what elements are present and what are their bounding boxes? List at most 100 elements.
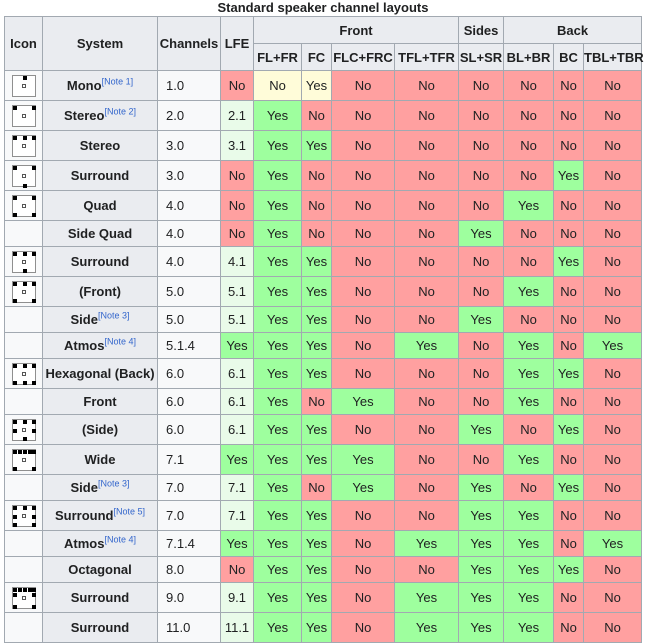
table-row: Stereo[Note 2] 2.0 2.1 Yes No No No No No No No [4, 100, 643, 131]
system-name: (Front) [79, 284, 121, 299]
note-link[interactable]: [Note 3] [98, 311, 130, 321]
channel-cell: Yes [393, 582, 460, 613]
channel-cell: No [458, 444, 505, 475]
lfe-cell: No [220, 190, 254, 221]
table-row: Side Quad 4.0 No Yes No No No Yes No No No [4, 220, 643, 247]
channel-cell: Yes [458, 414, 505, 445]
subheader-cell: SL+SR [458, 43, 505, 71]
subheader-cell: TFL+TFR [393, 43, 460, 71]
channel-cell: Yes [253, 100, 302, 131]
row-system: Wide [42, 444, 158, 475]
table-row: Quad 4.0 No Yes No No No No Yes No No [4, 190, 643, 221]
channel-cell: Yes [301, 612, 332, 643]
speaker-layout-stereo-3-icon [11, 134, 36, 157]
system-name: Hexagonal (Back) [45, 366, 155, 381]
channel-cell: No [393, 220, 460, 247]
channel-cell: Yes [253, 530, 302, 557]
note-link[interactable]: [Note 4] [104, 337, 136, 347]
lfe-cell: 11.1 [220, 612, 254, 643]
channel-cell: No [393, 130, 460, 161]
row-icon-cell [4, 130, 43, 161]
channel-cell: Yes [253, 474, 302, 501]
channel-cell: No [331, 220, 395, 247]
channel-cell: No [253, 70, 302, 101]
lfe-cell: 6.1 [220, 414, 254, 445]
note-link[interactable]: [Note 1] [102, 77, 134, 87]
channel-cell: No [553, 190, 585, 221]
channel-cell: Yes [301, 500, 332, 531]
row-channels: 6.0 [157, 358, 221, 389]
subheader-cell: BL+BR [503, 43, 555, 71]
channel-cell: Yes [301, 582, 332, 613]
channel-cell: No [458, 190, 505, 221]
row-system: (Front) [42, 276, 158, 307]
lfe-cell: 3.1 [220, 130, 254, 161]
system-name: Surround [70, 168, 130, 183]
row-system: Atmos[Note 4] [42, 332, 158, 359]
row-channels: 6.0 [157, 388, 221, 415]
channel-cell: No [458, 160, 505, 191]
system-name: Stereo [79, 138, 121, 153]
channel-cell: Yes [253, 414, 302, 445]
channel-cell: No [331, 160, 395, 191]
table-row: Surround 9.0 9.1 Yes Yes No Yes Yes Yes No No [4, 582, 643, 613]
note-link[interactable]: [Note 3] [98, 479, 130, 489]
system-name: Wide [84, 452, 116, 467]
channel-cell: Yes [331, 444, 395, 475]
channel-cell: Yes [553, 160, 585, 191]
subheader-cell: TBL+TBR [583, 43, 644, 71]
system-name: Quad [83, 198, 117, 213]
channel-cell: Yes [503, 388, 555, 415]
system-name: Side [70, 480, 98, 495]
channel-cell: Yes [253, 332, 302, 359]
row-channels: 7.1 [157, 444, 221, 475]
table-body: Mono[Note 1] 1.0 No No Yes No No No No No No Stereo… [4, 70, 643, 643]
channel-cell: No [458, 246, 505, 277]
channel-cell: Yes [503, 500, 555, 531]
speaker-layout-surround-9-icon [11, 586, 36, 609]
row-channels: 11.0 [157, 612, 221, 643]
channel-cell: Yes [331, 388, 395, 415]
subheader-cell: FLC+FRC [331, 43, 395, 71]
channel-cell: Yes [253, 160, 302, 191]
row-icon-cell [4, 530, 43, 557]
note-link[interactable]: [Note 2] [104, 107, 136, 117]
system-name: Atmos [64, 536, 105, 551]
lfe-cell: No [220, 220, 254, 247]
channel-cell: No [583, 220, 643, 247]
system-name: Stereo [64, 108, 105, 123]
row-system: Stereo [42, 130, 158, 161]
channel-cell: No [331, 100, 395, 131]
note-link[interactable]: [Note 4] [104, 535, 136, 545]
channel-cell: Yes [553, 556, 585, 583]
channel-cell: No [553, 582, 585, 613]
row-channels: 5.0 [157, 276, 221, 307]
note-link[interactable]: [Note 5] [113, 507, 145, 517]
header-icon: Icon [4, 16, 43, 71]
channel-cell: Yes [503, 190, 555, 221]
channel-cell: No [393, 444, 460, 475]
table-row: Surround 11.0 11.1 Yes Yes No Yes Yes Yes No No [4, 612, 643, 643]
channel-cell: No [503, 220, 555, 247]
channel-cell: No [331, 190, 395, 221]
row-icon-cell [4, 444, 43, 475]
channel-cell: No [331, 556, 395, 583]
subheader-cell: FC [301, 43, 332, 71]
speaker-layout-surround-7-icon [11, 504, 36, 527]
channel-cell: Yes [458, 500, 505, 531]
row-channels: 9.0 [157, 582, 221, 613]
channel-cell: No [393, 190, 460, 221]
channel-cell: Yes [503, 444, 555, 475]
channel-cell: No [458, 100, 505, 131]
channel-cell: Yes [301, 414, 332, 445]
table-row: Atmos[Note 4] 5.1.4 Yes Yes Yes No Yes No Yes No Y… [4, 332, 643, 359]
channel-cell: No [331, 130, 395, 161]
channel-cell: No [458, 276, 505, 307]
channel-cell: No [583, 190, 643, 221]
speaker-layout-surround-4-icon [11, 250, 36, 273]
channel-cell: No [393, 358, 460, 389]
system-name: Side Quad [67, 226, 133, 241]
speaker-layout-mono-icon [11, 74, 36, 97]
channel-cell: Yes [458, 220, 505, 247]
system-name: Surround [70, 254, 130, 269]
